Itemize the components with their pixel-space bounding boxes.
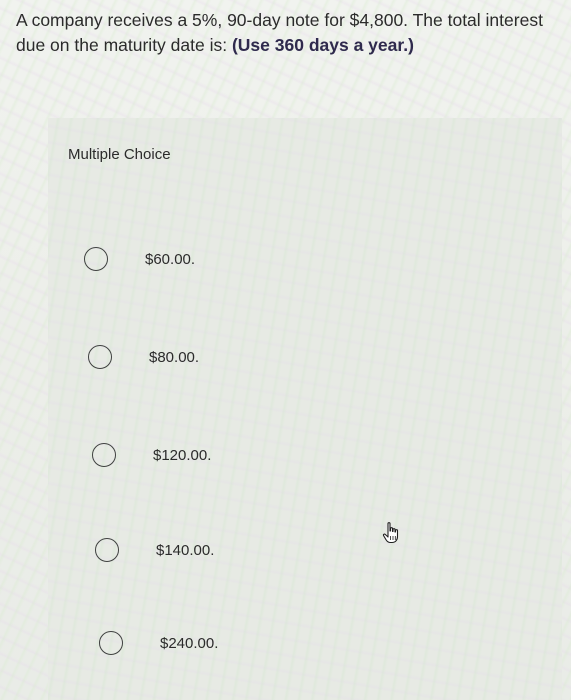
question-emphasis: (Use 360 days a year.) — [231, 35, 414, 55]
multiple-choice-heading: Multiple Choice — [68, 146, 171, 163]
question-text: A company receives a 5%, 90-day note for… — [16, 8, 546, 58]
choice-label: $120.00. — [153, 446, 212, 464]
choice-option-4[interactable]: $140.00. — [95, 538, 214, 562]
radio-unselected-icon[interactable] — [88, 345, 112, 369]
hand-pointer-icon — [382, 522, 399, 544]
radio-unselected-icon[interactable] — [84, 247, 108, 271]
choice-label: $240.00. — [160, 634, 219, 652]
choice-label: $140.00. — [156, 541, 215, 559]
choice-option-5[interactable]: $240.00. — [99, 631, 218, 655]
choice-option-1[interactable]: $60.00. — [84, 247, 195, 271]
choice-option-2[interactable]: $80.00. — [88, 345, 199, 369]
choice-label: $60.00. — [145, 250, 196, 268]
radio-unselected-icon[interactable] — [92, 443, 116, 467]
answer-panel — [48, 118, 562, 700]
radio-unselected-icon[interactable] — [95, 538, 119, 562]
choice-label: $80.00. — [149, 348, 200, 366]
radio-unselected-icon[interactable] — [99, 631, 123, 655]
choice-option-3[interactable]: $120.00. — [92, 443, 211, 467]
